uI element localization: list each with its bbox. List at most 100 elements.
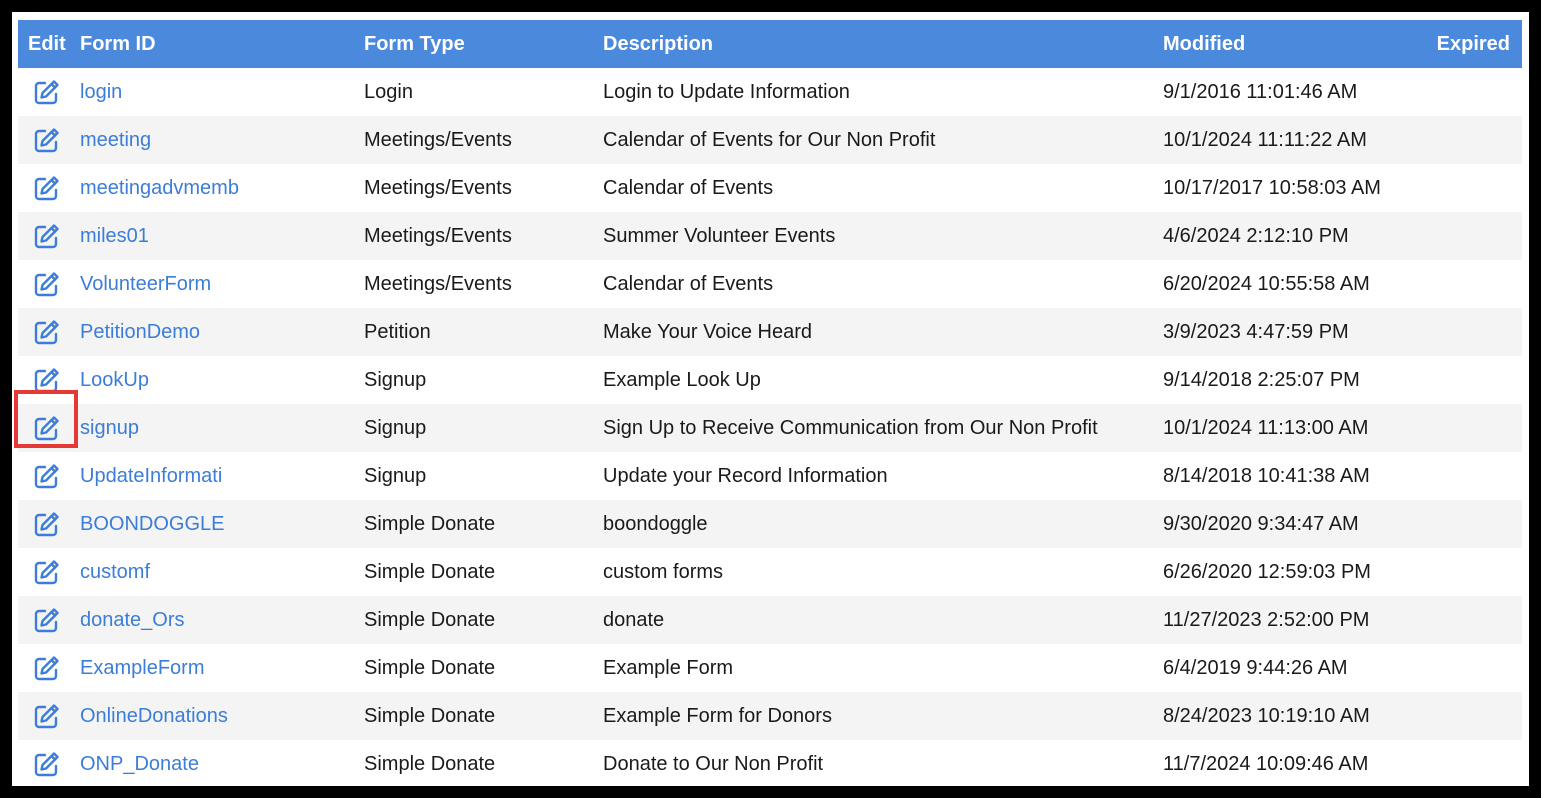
form-type-cell: Simple Donate [364,692,603,740]
form-type-cell: Simple Donate [364,560,496,583]
edit-icon[interactable] [33,126,61,154]
table-row: ONP_Donate Simple Donate Donate to Our N… [18,740,1522,788]
form-type-cell: Meetings/Events [364,272,512,295]
form-type-cell: Meetings/Events [364,212,603,260]
expired-cell [1391,260,1522,308]
description-cell: Update your Record Information [603,464,888,487]
expired-cell [1391,740,1522,788]
edit-icon[interactable] [33,558,61,586]
edit-icon[interactable] [33,270,61,298]
table-row: signup Signup Sign Up to Receive Communi… [18,404,1522,452]
table-row: customf Simple Donate custom forms 6/26/… [18,548,1522,596]
expired-cell [1391,116,1522,164]
description-cell: Sign Up to Receive Communication from Ou… [603,404,1163,452]
form-type-cell: Simple Donate [364,656,496,679]
col-header-form-type[interactable]: Form Type [364,20,603,68]
edit-icon[interactable] [33,174,61,202]
col-header-form-id[interactable]: Form ID [80,20,364,68]
description-cell: Login to Update Information [603,80,850,103]
expired-cell [1391,68,1522,116]
modified-cell: 6/26/2020 12:59:03 PM [1163,560,1371,583]
edit-icon[interactable] [33,318,61,346]
table-body: login Login Login to Update Information … [18,68,1522,788]
form-type-cell: Meetings/Events [364,176,512,199]
edit-icon[interactable] [33,414,61,442]
form-type-cell: Signup [364,464,427,487]
col-header-description[interactable]: Description [603,20,1163,68]
edit-icon[interactable] [33,702,61,730]
modified-cell: 11/7/2024 10:09:46 AM [1163,752,1369,775]
table-row: ExampleForm Simple Donate Example Form 6… [18,644,1522,692]
expired-cell [1391,404,1522,452]
description-cell: Summer Volunteer Events [603,212,1163,260]
edit-icon[interactable] [33,222,61,250]
modified-cell: 10/17/2017 10:58:03 AM [1163,176,1381,199]
modified-cell: 10/1/2024 11:13:00 AM [1163,404,1391,452]
form-id-link[interactable]: login [80,81,122,103]
table-row: VolunteerForm Meetings/Events Calendar o… [18,260,1522,308]
form-id-link[interactable]: ExampleForm [80,657,204,679]
form-id-link[interactable]: UpdateInformati [80,465,222,487]
description-cell: Donate to Our Non Profit [603,752,824,775]
forms-table: Edit Form ID Form Type Description Modif… [18,20,1522,788]
table-row: UpdateInformati Signup Update your Recor… [18,452,1522,500]
description-cell: Calendar of Events [603,176,774,199]
form-id-link[interactable]: miles01 [80,225,149,247]
table-row: meetingadvmemb Meetings/Events Calendar … [18,164,1522,212]
form-id-link[interactable]: VolunteerForm [80,273,211,295]
description-cell: Calendar of Events for Our Non Profit [603,116,1163,164]
form-type-cell: Signup [364,368,427,391]
table-row: LookUp Signup Example Look Up 9/14/2018 … [18,356,1522,404]
form-id-link[interactable]: ONP_Donate [80,753,199,775]
form-id-link[interactable]: customf [80,561,150,583]
form-type-cell: Petition [364,308,603,356]
form-type-cell: Login [364,80,413,103]
expired-cell [1391,452,1522,500]
expired-cell [1391,500,1522,548]
edit-icon[interactable] [33,606,61,634]
edit-icon[interactable] [33,366,61,394]
modified-cell: 10/1/2024 11:11:22 AM [1163,116,1391,164]
form-id-link[interactable]: BOONDOGGLE [80,513,224,535]
form-id-link[interactable]: meetingadvmemb [80,177,239,199]
form-type-cell: Simple Donate [364,596,603,644]
expired-cell [1391,356,1522,404]
modified-cell: 8/14/2018 10:41:38 AM [1163,464,1370,487]
table-row: miles01 Meetings/Events Summer Volunteer… [18,212,1522,260]
expired-cell [1391,548,1522,596]
description-cell: Example Form [603,656,734,679]
edit-icon[interactable] [33,78,61,106]
description-cell: Example Form for Donors [603,692,1163,740]
expired-cell [1391,692,1522,740]
table-header-row: Edit Form ID Form Type Description Modif… [18,20,1522,68]
table-row: OnlineDonations Simple Donate Example Fo… [18,692,1522,740]
expired-cell [1391,596,1522,644]
form-type-cell: Simple Donate [364,500,603,548]
edit-icon[interactable] [33,654,61,682]
form-id-link[interactable]: signup [80,417,139,439]
form-type-cell: Signup [364,404,603,452]
edit-icon[interactable] [33,462,61,490]
expired-cell [1391,308,1522,356]
col-header-modified[interactable]: Modified [1163,20,1391,68]
description-cell: Make Your Voice Heard [603,308,1163,356]
form-id-link[interactable]: donate_Ors [80,609,185,631]
form-id-link[interactable]: LookUp [80,369,149,391]
col-header-expired[interactable]: Expired [1391,20,1522,68]
description-cell: Calendar of Events [603,272,774,295]
modified-cell: 9/30/2020 9:34:47 AM [1163,500,1391,548]
edit-icon[interactable] [33,750,61,778]
form-id-link[interactable]: PetitionDemo [80,321,200,343]
modified-cell: 6/4/2019 9:44:26 AM [1163,656,1348,679]
description-cell: donate [603,596,1163,644]
modified-cell: 8/24/2023 10:19:10 AM [1163,692,1391,740]
col-header-edit[interactable]: Edit [18,20,80,68]
form-type-cell: Meetings/Events [364,116,603,164]
form-id-link[interactable]: meeting [80,129,151,151]
table-row: meeting Meetings/Events Calendar of Even… [18,116,1522,164]
modified-cell: 9/14/2018 2:25:07 PM [1163,368,1360,391]
modified-cell: 11/27/2023 2:52:00 PM [1163,596,1391,644]
edit-icon[interactable] [33,510,61,538]
table-row: login Login Login to Update Information … [18,68,1522,116]
form-id-link[interactable]: OnlineDonations [80,705,228,727]
